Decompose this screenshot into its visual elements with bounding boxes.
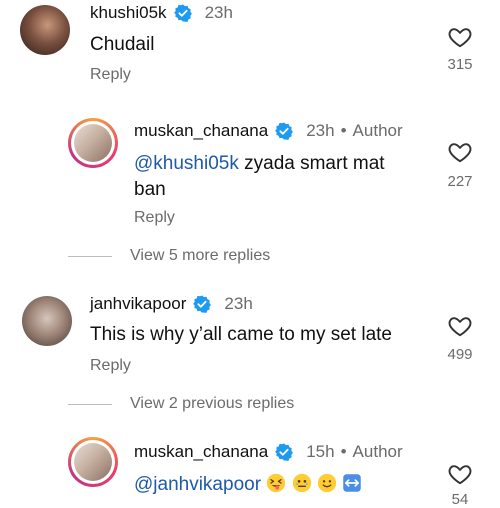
- slightly-smiling-face-emoji: [317, 473, 337, 493]
- username[interactable]: khushi05k: [90, 3, 167, 23]
- mention-link[interactable]: @khushi05k: [134, 153, 239, 174]
- comment-text: Chudail: [90, 34, 155, 55]
- face-holding-back-tears-emoji: [292, 473, 311, 493]
- comment-text: @janhvikapoor: [134, 472, 362, 498]
- view-previous-replies[interactable]: View 2 previous replies: [68, 395, 294, 413]
- like-count: 499: [447, 346, 473, 363]
- comment-header: muskan_chanana 23h • Author: [134, 121, 403, 141]
- reply-button[interactable]: Reply: [90, 66, 131, 84]
- like-count: 315: [447, 56, 473, 73]
- divider-line: [68, 255, 112, 257]
- verified-badge-icon: [275, 122, 294, 140]
- view-previous-replies-label[interactable]: View 2 previous replies: [130, 395, 294, 413]
- comment-header: janhvikapoor 23h: [90, 294, 253, 314]
- timestamp: 15h: [306, 442, 335, 461]
- heart-outline-icon[interactable]: [446, 139, 474, 165]
- author-label: Author: [352, 442, 403, 461]
- timestamp: 23h: [224, 294, 253, 313]
- verified-badge-icon: [275, 443, 294, 461]
- timestamp: 23h: [204, 3, 233, 22]
- heart-outline-icon[interactable]: [446, 24, 474, 50]
- mention-link[interactable]: @janhvikapoor: [134, 474, 261, 495]
- username[interactable]: muskan_chanana: [134, 121, 268, 141]
- like-count: 227: [447, 173, 473, 190]
- left-right-arrow-emoji: [343, 474, 361, 492]
- reply-button[interactable]: Reply: [134, 209, 175, 227]
- avatar[interactable]: [68, 118, 118, 168]
- heart-outline-icon[interactable]: [446, 313, 474, 339]
- verified-badge-icon: [173, 4, 192, 22]
- avatar[interactable]: [20, 5, 70, 55]
- comment-header: khushi05k 23h: [90, 3, 233, 23]
- avatar[interactable]: [68, 437, 118, 487]
- verified-badge-icon: [193, 295, 212, 313]
- comment-header: muskan_chanana 15h • Author: [134, 442, 403, 462]
- comment-text: @khushi05k zyada smart mat ban: [134, 151, 414, 203]
- comment-text: This is why y’all came to my set late: [90, 324, 392, 345]
- heart-outline-icon[interactable]: [446, 461, 474, 487]
- divider-line: [68, 403, 112, 405]
- timestamp: 23h: [306, 121, 335, 140]
- reply-button[interactable]: Reply: [90, 357, 131, 375]
- squinting-tongue-face-emoji: [267, 473, 286, 493]
- separator-dot: •: [340, 121, 347, 140]
- view-more-replies-label[interactable]: View 5 more replies: [130, 247, 270, 265]
- author-label: Author: [352, 121, 403, 140]
- avatar[interactable]: [22, 296, 72, 346]
- view-more-replies[interactable]: View 5 more replies: [68, 247, 270, 265]
- username[interactable]: janhvikapoor: [90, 294, 186, 314]
- separator-dot: •: [340, 442, 347, 461]
- username[interactable]: muskan_chanana: [134, 442, 268, 462]
